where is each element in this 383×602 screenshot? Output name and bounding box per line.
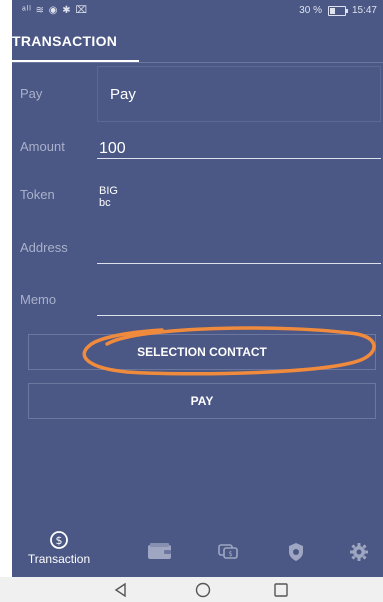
pay-button[interactable]: PAY [28, 383, 376, 419]
back-icon[interactable] [113, 582, 129, 598]
nav-exchange[interactable]: $ [208, 542, 248, 560]
wallet-icon [148, 543, 171, 559]
amount-input[interactable]: 100 [97, 133, 381, 159]
nav-settings[interactable] [339, 542, 379, 562]
app-screen: ᵃˡˡ ≋ ◉ ✱ ⌧ 30 % 15:47 TRANSACTION Pay P… [12, 0, 383, 577]
status-icons: ᵃˡˡ ≋ ◉ ✱ ⌧ [22, 5, 88, 16]
svg-text:$: $ [228, 550, 232, 558]
tab-label: TRANSACTION [12, 33, 118, 49]
address-row: Address [12, 234, 383, 264]
address-label: Address [20, 240, 68, 255]
tab-indicator [12, 60, 139, 62]
memo-label: Memo [20, 292, 57, 307]
status-bar: ᵃˡˡ ≋ ◉ ✱ ⌧ 30 % 15:47 [12, 0, 383, 22]
tab-transaction[interactable]: TRANSACTION [12, 22, 139, 62]
pay-row: Pay Pay [12, 66, 383, 124]
amount-label: Amount [20, 139, 65, 154]
recents-icon[interactable] [273, 582, 289, 598]
memo-input[interactable] [97, 290, 381, 316]
nav-security[interactable] [276, 542, 316, 562]
system-nav-bar [0, 577, 383, 602]
dollar-circle-icon: $ [50, 531, 68, 549]
pay-label: Pay [20, 86, 43, 101]
battery-percent: 30 % [299, 5, 322, 16]
bottom-nav: $ Transaction $ [12, 530, 383, 577]
amount-row: Amount 100 [12, 133, 383, 163]
token-subtitle: bc [99, 197, 111, 209]
nav-wallet[interactable] [140, 542, 180, 560]
exchange-icon: $ [218, 544, 238, 559]
nav-transaction[interactable]: $ Transaction [24, 530, 94, 566]
token-symbol: BIG [99, 185, 118, 197]
tab-bar: TRANSACTION [12, 22, 383, 63]
nav-transaction-label: Transaction [27, 552, 91, 566]
pay-select[interactable]: Pay [97, 66, 381, 122]
clock: 15:47 [351, 5, 377, 16]
memo-row: Memo [12, 286, 383, 316]
status-right: 30 % 15:47 [299, 5, 377, 16]
battery-icon [327, 5, 348, 16]
home-icon[interactable] [195, 582, 211, 598]
shield-icon [289, 543, 303, 561]
token-select[interactable]: BIG bc [97, 173, 381, 227]
gear-icon [350, 543, 368, 561]
address-input[interactable] [97, 238, 381, 264]
annotation-circle [82, 326, 376, 376]
svg-text:$: $ [56, 534, 63, 547]
token-label: Token [20, 187, 55, 202]
token-row: Token BIG bc [12, 173, 383, 227]
